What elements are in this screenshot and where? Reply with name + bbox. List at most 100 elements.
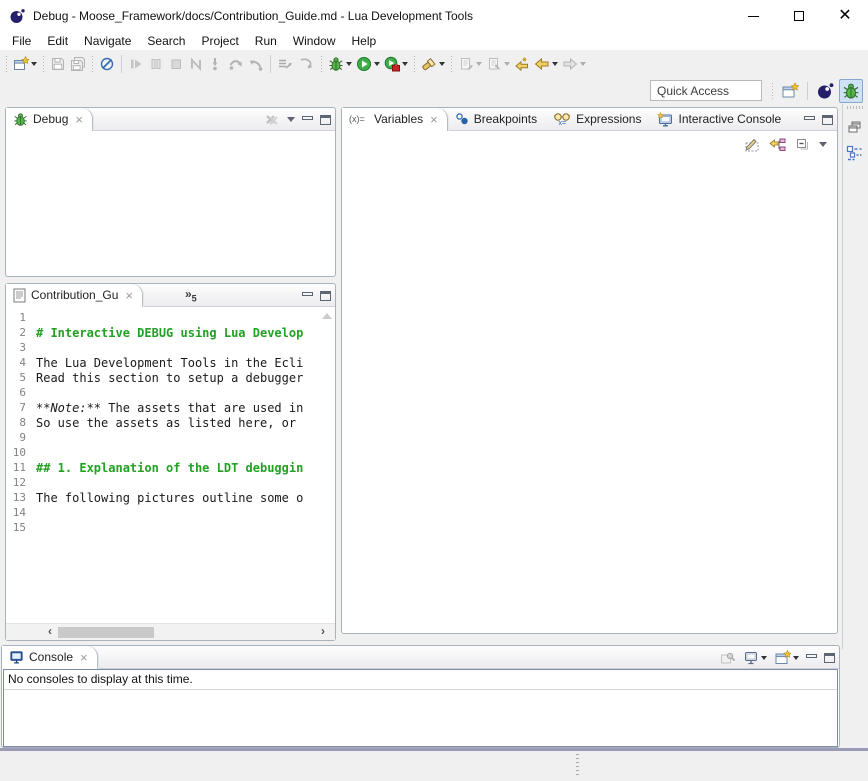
run-button[interactable] — [354, 54, 382, 74]
tab-breakpoints[interactable]: Breakpoints — [448, 108, 546, 131]
maximize-button[interactable] — [776, 0, 822, 32]
scrollbar-thumb[interactable] — [58, 627, 154, 638]
menu-edit[interactable]: Edit — [39, 33, 76, 49]
search-dropdown[interactable] — [439, 62, 445, 66]
close-icon[interactable]: × — [75, 112, 83, 127]
editor-body[interactable]: 1 2# Interactive DEBUG using Lua Develop… — [6, 307, 335, 640]
scroll-right-icon[interactable]: › — [315, 624, 331, 640]
maximize-view-icon[interactable] — [822, 115, 833, 125]
debug-perspective-button[interactable] — [839, 79, 863, 103]
toolbar-drag-handle[interactable] — [91, 56, 94, 72]
debug-button[interactable] — [326, 54, 354, 74]
next-annotation-icon — [458, 56, 474, 72]
maximize-view-icon[interactable] — [320, 115, 331, 125]
display-selected-console-dropdown[interactable] — [761, 656, 767, 660]
restore-view-icon[interactable] — [847, 119, 863, 135]
search-icon — [421, 56, 437, 72]
close-icon[interactable]: × — [430, 112, 438, 127]
toolbar-drag-handle[interactable] — [413, 56, 416, 72]
menu-run[interactable]: Run — [247, 33, 285, 49]
scroll-left-icon[interactable]: ‹ — [42, 624, 58, 640]
search-button[interactable] — [419, 54, 447, 74]
editor-line[interactable]: 2# Interactive DEBUG using Lua Develop — [6, 325, 321, 340]
tab-console[interactable]: Console × — [2, 646, 98, 669]
open-perspective-button[interactable] — [778, 79, 802, 103]
close-icon[interactable]: × — [80, 650, 88, 665]
display-selected-console-button[interactable] — [743, 650, 767, 665]
tab-contribution-guide[interactable]: Contribution_Gu × — [6, 284, 143, 307]
menu-window[interactable]: Window — [285, 33, 344, 49]
toolbar-drag-handle[interactable] — [771, 83, 774, 99]
editor-line[interactable]: 8So use the assets as listed here, or — [6, 415, 321, 430]
open-console-dropdown[interactable] — [793, 656, 799, 660]
debug-dropdown[interactable] — [346, 62, 352, 66]
last-edit-location-button[interactable] — [512, 54, 532, 74]
editor-line[interactable]: 10 — [6, 445, 321, 460]
console-body[interactable]: No consoles to display at this time. — [3, 669, 838, 747]
menu-navigate[interactable]: Navigate — [76, 33, 139, 49]
maximize-view-icon[interactable] — [320, 291, 331, 301]
editor-line[interactable]: 12 — [6, 475, 321, 490]
save-all-icon — [70, 56, 86, 72]
editor-line[interactable]: 9 — [6, 430, 321, 445]
editor-horizontal-scrollbar[interactable]: ‹ › — [6, 623, 335, 640]
open-console-button[interactable] — [774, 650, 799, 666]
editor-line[interactable]: 3 — [6, 340, 321, 355]
tab-debug[interactable]: Debug × — [6, 108, 93, 131]
editor-line[interactable]: 11## 1. Explanation of the LDT debuggin — [6, 460, 321, 475]
tab-expressions[interactable]: x= Expressions — [546, 108, 650, 131]
close-button[interactable]: ✕ — [822, 0, 868, 32]
editor-line-current[interactable]: 15 — [6, 520, 321, 535]
minimize-button[interactable] — [730, 0, 776, 32]
maximize-view-icon[interactable] — [824, 653, 835, 663]
status-drag-handle[interactable] — [576, 754, 579, 776]
run-dropdown[interactable] — [374, 62, 380, 66]
menu-project[interactable]: Project — [193, 33, 246, 49]
show-logical-structure-icon[interactable] — [769, 137, 787, 153]
view-menu-icon[interactable] — [819, 142, 827, 147]
editor-code[interactable]: 1 2# Interactive DEBUG using Lua Develop… — [6, 310, 321, 535]
previous-annotation-dropdown — [504, 62, 510, 66]
minimize-view-icon[interactable] — [302, 116, 313, 120]
quick-access-input[interactable]: Quick Access — [650, 80, 762, 101]
editor-line[interactable]: 4The Lua Development Tools in the Ecli — [6, 355, 321, 370]
external-tools-button[interactable] — [382, 54, 410, 74]
tab-console-label: Console — [29, 650, 73, 664]
debug-tab-icon — [13, 112, 28, 127]
new-wizard-dropdown[interactable] — [31, 62, 37, 66]
show-type-names-icon[interactable] — [744, 137, 761, 153]
menu-search[interactable]: Search — [139, 33, 193, 49]
tab-interactive-console[interactable]: Interactive Console — [650, 108, 790, 131]
editor-line[interactable]: 5Read this section to setup a debugger — [6, 370, 321, 385]
menu-help[interactable]: Help — [344, 33, 385, 49]
toolbar-drag-handle[interactable] — [450, 56, 453, 72]
external-tools-dropdown[interactable] — [402, 62, 408, 66]
close-icon[interactable]: × — [125, 288, 133, 303]
scroll-up-icon[interactable] — [322, 313, 332, 319]
back-button[interactable] — [532, 54, 560, 74]
editor-line[interactable]: 14 — [6, 505, 321, 520]
minimize-view-icon[interactable] — [806, 654, 817, 658]
menu-file[interactable]: File — [4, 33, 39, 49]
editor-overflow-chevron[interactable]: »5 — [185, 287, 197, 303]
back-dropdown[interactable] — [552, 62, 558, 66]
new-wizard-button[interactable] — [11, 54, 39, 74]
step-over-icon — [228, 56, 244, 72]
editor-line[interactable]: 13The following pictures outline some o — [6, 490, 321, 505]
skip-all-breakpoints-button[interactable] — [97, 54, 117, 74]
minimize-view-icon[interactable] — [804, 116, 815, 120]
editor-line[interactable]: 6 — [6, 385, 321, 400]
rail-drag-handle[interactable] — [847, 106, 863, 109]
editor-line[interactable]: 7**Note:** The assets that are used in — [6, 400, 321, 415]
collapse-all-icon[interactable] — [795, 137, 811, 153]
view-menu-icon[interactable] — [287, 117, 295, 122]
editor-line[interactable]: 1 — [6, 310, 321, 325]
toolbar-drag-handle[interactable] — [5, 56, 8, 72]
toolbar-drag-handle[interactable] — [42, 56, 45, 72]
minimize-view-icon[interactable] — [302, 292, 313, 296]
tab-variables[interactable]: (x)= Variables × — [342, 108, 448, 131]
lua-perspective-button[interactable] — [813, 79, 837, 103]
editor-area: Contribution_Gu × »5 1 2# Interactive DE… — [5, 283, 336, 641]
outline-view-icon[interactable] — [846, 145, 863, 162]
toolbar-drag-handle[interactable] — [320, 56, 323, 72]
